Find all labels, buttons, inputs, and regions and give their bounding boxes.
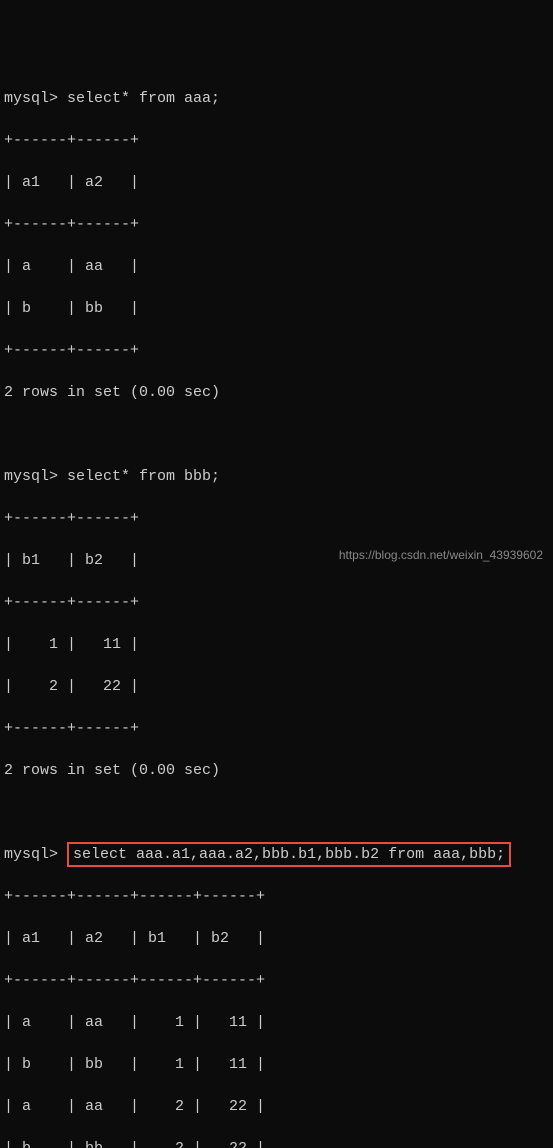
table-row: | a | aa | 2 | 22 |: [4, 1096, 549, 1117]
table-border: +------+------+: [4, 592, 549, 613]
sql-command: select* from bbb;: [67, 468, 220, 485]
table-header: | a1 | a2 | b1 | b2 |: [4, 928, 549, 949]
blank-line: [4, 802, 549, 823]
table-row: | a | aa | 1 | 11 |: [4, 1012, 549, 1033]
table-border: +------+------+: [4, 340, 549, 361]
highlighted-command: select aaa.a1,aaa.a2,bbb.b1,bbb.b2 from …: [67, 842, 511, 867]
mysql-prompt: mysql>: [4, 90, 58, 107]
mysql-prompt: mysql>: [4, 468, 58, 485]
sql-command: select* from aaa;: [67, 90, 220, 107]
blank-line: [4, 424, 549, 445]
table-border: +------+------+: [4, 508, 549, 529]
result-message: 2 rows in set (0.00 sec): [4, 760, 549, 781]
watermark-text: https://blog.csdn.net/weixin_43939602: [339, 547, 543, 564]
table-row: | b | bb | 2 | 22 |: [4, 1138, 549, 1148]
table-row: | b | bb | 1 | 11 |: [4, 1054, 549, 1075]
table-row: | a | aa |: [4, 256, 549, 277]
table-border: +------+------+: [4, 130, 549, 151]
table-row: | b | bb |: [4, 298, 549, 319]
table-header: | a1 | a2 |: [4, 172, 549, 193]
table-border: +------+------+: [4, 214, 549, 235]
result-message: 2 rows in set (0.00 sec): [4, 382, 549, 403]
table-row: | 1 | 11 |: [4, 634, 549, 655]
query3-command-line: mysql> select aaa.a1,aaa.a2,bbb.b1,bbb.b…: [4, 844, 549, 865]
mysql-prompt: mysql>: [4, 846, 58, 863]
sql-command: select aaa.a1,aaa.a2,bbb.b1,bbb.b2 from …: [73, 846, 505, 863]
query2-command-line: mysql> select* from bbb;: [4, 466, 549, 487]
table-border: +------+------+------+------+: [4, 886, 549, 907]
table-row: | 2 | 22 |: [4, 676, 549, 697]
table-border: +------+------+------+------+: [4, 970, 549, 991]
query1-command-line: mysql> select* from aaa;: [4, 88, 549, 109]
table-border: +------+------+: [4, 718, 549, 739]
